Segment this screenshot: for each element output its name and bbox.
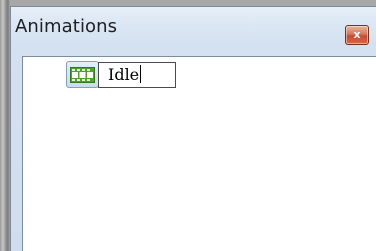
close-icon: x xyxy=(353,28,361,41)
rename-input[interactable]: Idle xyxy=(98,62,176,88)
rename-input-text: Idle xyxy=(108,64,142,86)
panel-title: Animations xyxy=(15,16,118,37)
text-caret xyxy=(140,65,142,83)
close-button[interactable]: x xyxy=(345,25,369,45)
film-strip-icon xyxy=(66,61,99,88)
item-label: Idle xyxy=(108,65,140,84)
film-strip-icon-graphic xyxy=(70,67,95,83)
